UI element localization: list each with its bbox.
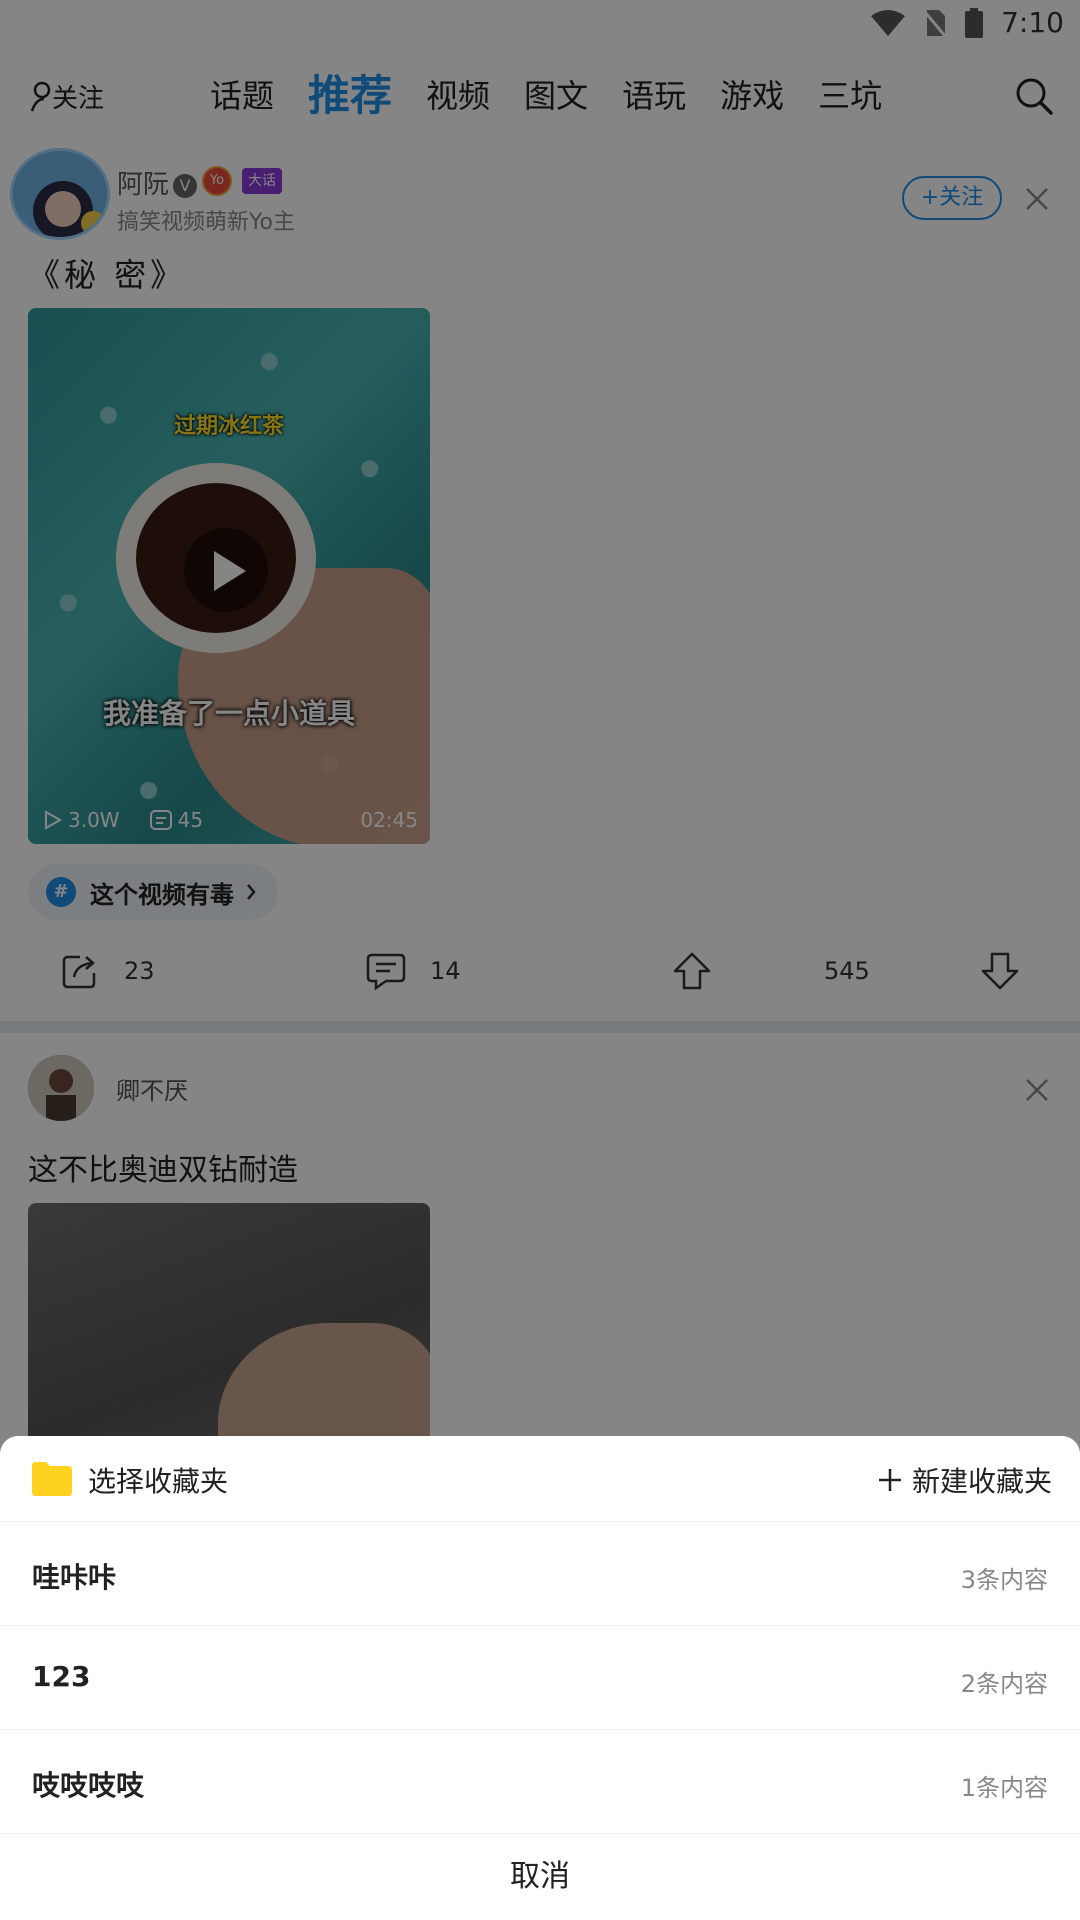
folder-item[interactable]: 哇咔咔 3条内容 xyxy=(0,1522,1080,1626)
folder-item[interactable]: 吱吱吱吱 1条内容 xyxy=(0,1730,1080,1834)
folder-item[interactable]: 123 2条内容 xyxy=(0,1626,1080,1730)
folder-count: 2条内容 xyxy=(960,1670,1048,1698)
new-folder-button[interactable]: 新建收藏夹 xyxy=(878,1460,1052,1500)
plus-icon xyxy=(878,1469,901,1491)
sheet-header: 选择收藏夹 新建收藏夹 xyxy=(0,1436,1080,1522)
new-folder-label: 新建收藏夹 xyxy=(911,1465,1052,1498)
sheet-title: 选择收藏夹 xyxy=(88,1465,229,1498)
folder-count: 1条内容 xyxy=(960,1774,1048,1802)
collection-picker-sheet: 选择收藏夹 新建收藏夹 哇咔咔 3条内容 123 2条内容 吱吱吱吱 1条内容 … xyxy=(0,1436,1080,1920)
folder-name: 123 xyxy=(32,1660,91,1693)
folder-icon xyxy=(32,1462,72,1496)
folder-name: 哇咔咔 xyxy=(32,1561,117,1594)
cancel-button[interactable]: 取消 xyxy=(0,1834,1080,1920)
folder-count: 3条内容 xyxy=(960,1566,1048,1594)
folder-name: 吱吱吱吱 xyxy=(32,1769,145,1802)
